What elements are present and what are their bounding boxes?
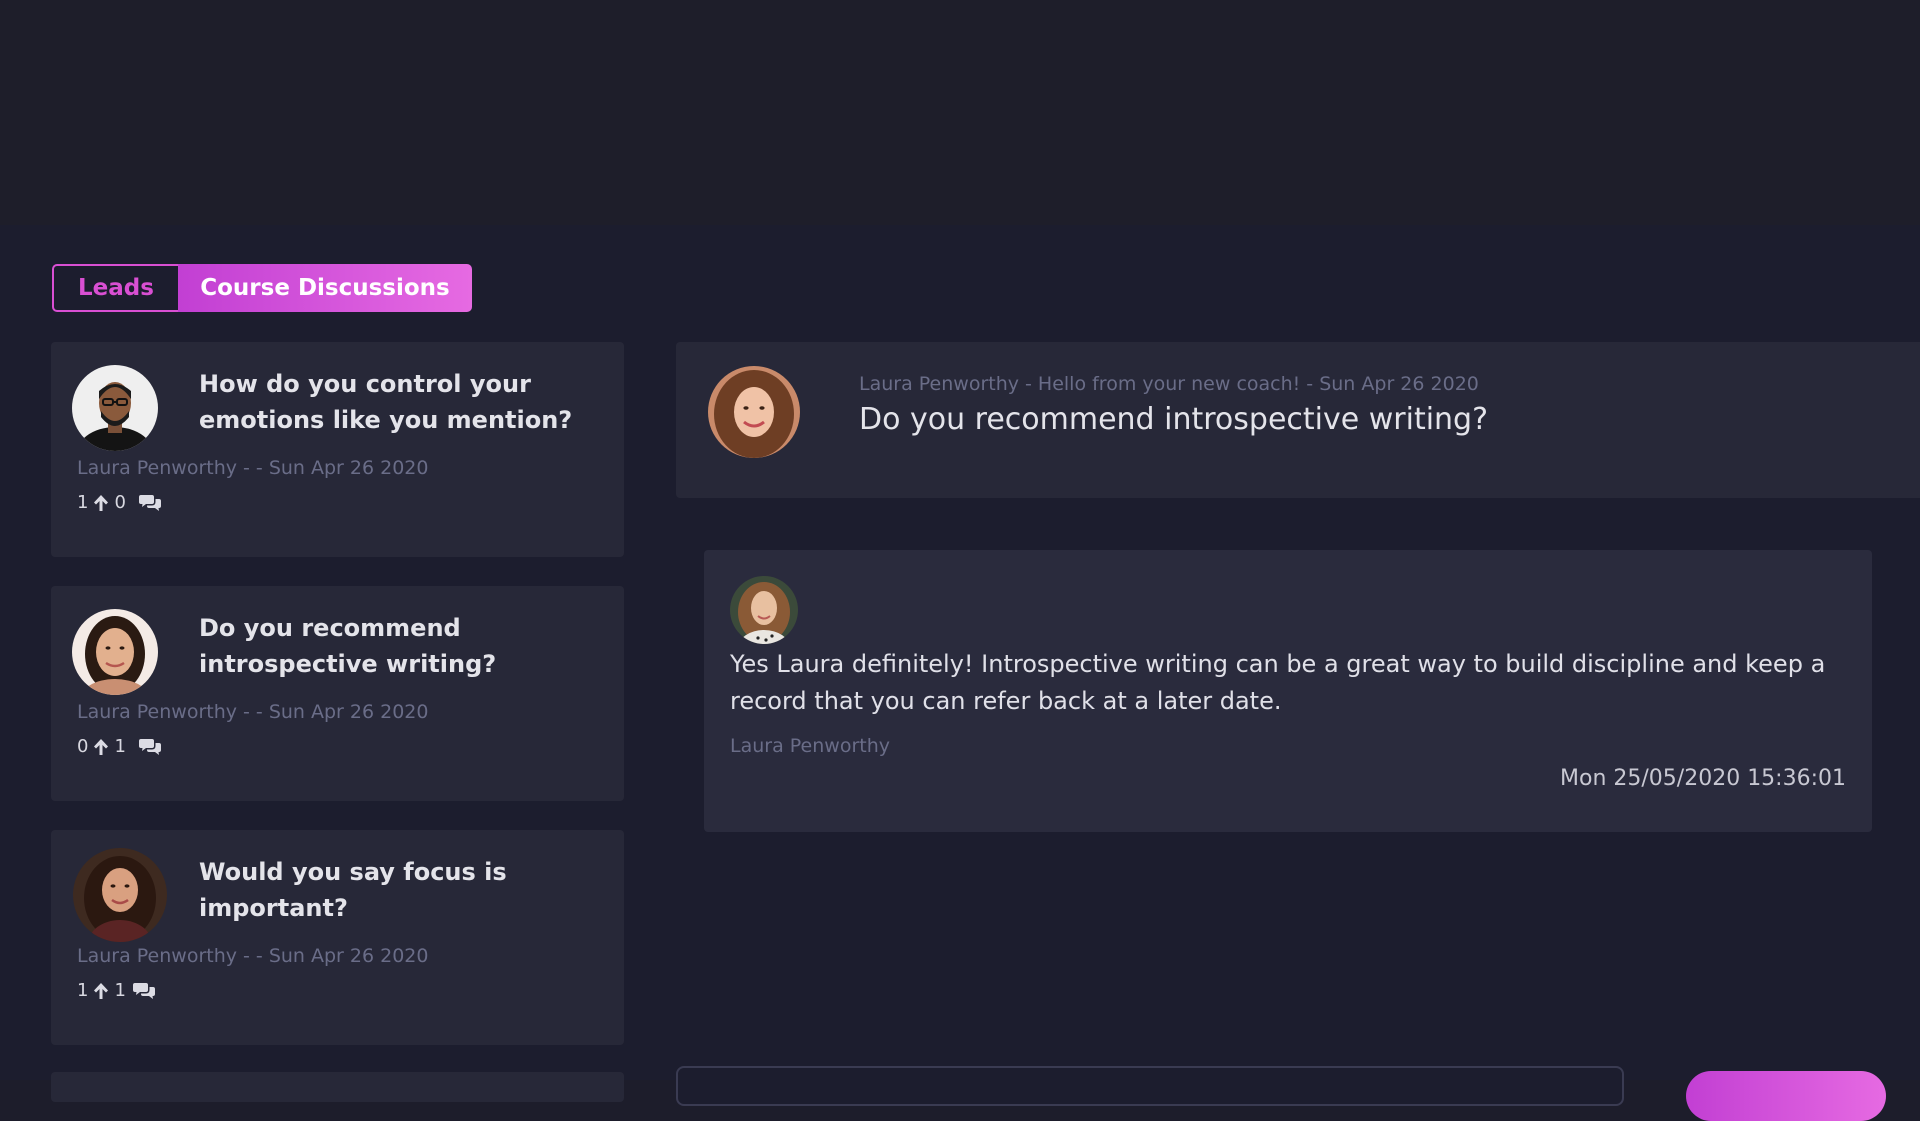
answer-timestamp: Mon 25/05/2020 15:36:01 (1560, 766, 1846, 791)
reply-count: 0 (114, 492, 126, 513)
tab-course-discussions[interactable]: Course Discussions (178, 264, 472, 312)
upvote-count: 1 (77, 980, 89, 1001)
comments-icon[interactable] (132, 982, 155, 1000)
tab-bar: Leads Course Discussions (52, 264, 472, 312)
discussion-title: How do you control your emotions like yo… (199, 370, 573, 434)
arrow-up-icon[interactable] (93, 982, 109, 1000)
avatar (73, 848, 167, 942)
reply-input[interactable] (676, 1066, 1624, 1106)
upvote-count: 0 (77, 736, 89, 757)
discussion-stats: 1 0 (77, 492, 161, 513)
question-title: Do you recommend introspective writing? (859, 402, 1489, 437)
answer-text: Yes Laura definitely! Introspective writ… (730, 650, 1826, 715)
comments-icon[interactable] (138, 494, 161, 512)
avatar (730, 576, 798, 644)
top-header-area (0, 0, 1920, 225)
discussion-card[interactable]: How do you control your emotions like yo… (51, 342, 624, 557)
discussion-stats: 0 1 (77, 736, 161, 757)
arrow-up-icon[interactable] (93, 494, 109, 512)
avatar (72, 365, 158, 451)
discussion-title: Do you recommend introspective writing? (199, 614, 497, 678)
discussion-meta: Laura Penworthy - - Sun Apr 26 2020 (77, 701, 429, 723)
avatar (72, 609, 158, 695)
discussion-title: Would you say focus is important? (199, 858, 507, 922)
avatar (708, 366, 800, 458)
answer-author: Laura Penworthy (730, 735, 890, 757)
question-meta: Laura Penworthy - Hello from your new co… (859, 373, 1479, 395)
tab-leads[interactable]: Leads (52, 264, 178, 312)
post-reply-button[interactable] (1686, 1071, 1886, 1121)
reply-count: 1 (114, 980, 126, 1001)
upvote-count: 1 (77, 492, 89, 513)
discussion-meta: Laura Penworthy - - Sun Apr 26 2020 (77, 945, 429, 967)
discussion-stats: 1 1 (77, 980, 155, 1001)
arrow-up-icon[interactable] (93, 738, 109, 756)
discussion-card[interactable]: Do you recommend introspective writing? … (51, 586, 624, 801)
discussion-meta: Laura Penworthy - - Sun Apr 26 2020 (77, 457, 429, 479)
reply-count: 1 (114, 736, 126, 757)
discussion-card[interactable] (51, 1072, 624, 1102)
question-header: Laura Penworthy - Hello from your new co… (676, 342, 1920, 498)
discussion-card[interactable]: Would you say focus is important? Laura … (51, 830, 624, 1045)
answer-card: Yes Laura definitely! Introspective writ… (704, 550, 1872, 832)
comments-icon[interactable] (138, 738, 161, 756)
